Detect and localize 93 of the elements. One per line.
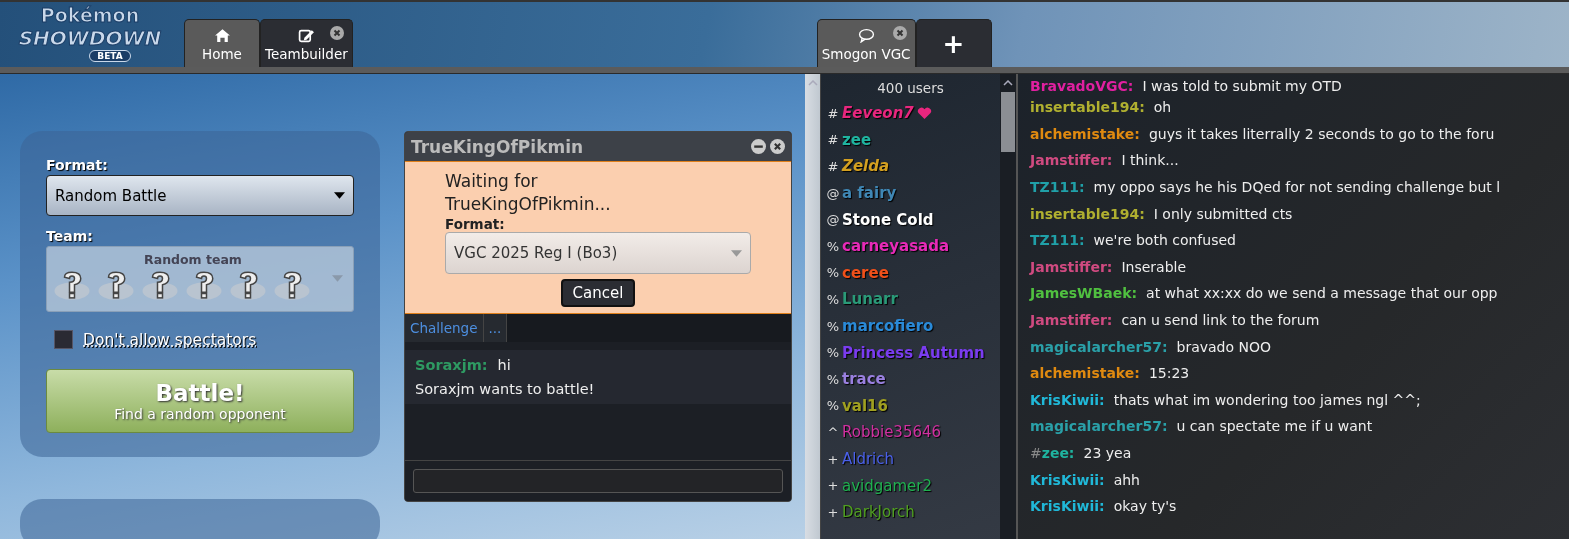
close-icon[interactable]: [329, 26, 344, 40]
cancel-button[interactable]: Cancel: [560, 279, 636, 307]
scrollbar[interactable]: [805, 74, 820, 539]
unknown-pokemon-icon: [97, 271, 135, 301]
user-count: 400 users: [876, 80, 945, 96]
message-text: guys it takes literrally 2 seconds to go to the foru: [1148, 125, 1495, 142]
message-text: can u send link to the forum: [1121, 312, 1320, 329]
format-dropdown[interactable]: Random Battle: [46, 175, 354, 216]
user-item[interactable]: % carneyasada: [821, 232, 1000, 260]
message-text: oh: [1153, 99, 1172, 116]
window-tab[interactable]: Challenge: [405, 314, 484, 342]
username[interactable]: Jamstiffer:: [1030, 312, 1113, 329]
close-icon[interactable]: [770, 139, 785, 154]
username[interactable]: Jamstiffer:: [1030, 152, 1113, 169]
message-text: we're both confused: [1093, 232, 1236, 249]
window-tab[interactable]: ...: [483, 314, 508, 342]
user-item[interactable]: ^ Robbie35646: [821, 419, 1000, 446]
home-icon: [213, 28, 231, 43]
scrollbar[interactable]: [1000, 74, 1016, 539]
username[interactable]: insertable194:: [1030, 205, 1145, 222]
speech-bubble-icon: [857, 28, 875, 43]
caret-icon: [332, 275, 343, 282]
user-item[interactable]: % marcofiero: [821, 312, 1000, 340]
minimize-icon[interactable]: [751, 139, 766, 154]
username[interactable]: magicalarcher57:: [1030, 338, 1168, 355]
edit-icon: [297, 28, 315, 43]
format-label: Format:: [46, 157, 109, 173]
username[interactable]: JamesWBaek:: [1030, 285, 1138, 302]
unknown-pokemon-icon: [141, 271, 179, 301]
user-item[interactable]: # Zelda: [821, 153, 1000, 180]
username[interactable]: insertable194:: [1030, 99, 1145, 116]
room-tab[interactable]: Smogon VGC: [816, 19, 916, 67]
message-text: 15:23: [1148, 365, 1190, 382]
message-text: okay ty's: [1113, 498, 1177, 515]
username[interactable]: KrisKiwii:: [1030, 471, 1105, 488]
message-text: thats what im wondering too james ngl ^^;: [1113, 391, 1421, 408]
notice-text: Soraxjm wants to battle!: [415, 381, 595, 397]
message-text: I think...: [1121, 152, 1179, 169]
username[interactable]: Soraxjm:: [415, 357, 488, 373]
user-item[interactable]: + DarkJorch: [821, 498, 1000, 526]
username[interactable]: #zee:: [1030, 445, 1075, 461]
message-text: ahh: [1113, 471, 1140, 488]
caret-icon: [731, 249, 742, 257]
checkbox-label[interactable]: Don't allow spectators: [83, 330, 257, 349]
unknown-pokemon-icon: [229, 271, 267, 301]
username[interactable]: TZ111:: [1030, 179, 1085, 196]
user-item[interactable]: @ Stone Cold: [821, 206, 1000, 233]
team-label: Team:: [46, 228, 94, 244]
checkbox[interactable]: [54, 330, 73, 349]
new-tab-button[interactable]: +: [915, 19, 992, 67]
user-item[interactable]: + Aldrich: [821, 445, 1000, 473]
unknown-pokemon-icon: [273, 271, 311, 301]
scroll-up-icon[interactable]: [1003, 80, 1013, 86]
user-item[interactable]: % trace: [821, 365, 1000, 393]
message-text: bravado NOO: [1176, 338, 1271, 355]
message-text: I only submitted cts: [1153, 205, 1293, 222]
scrollbar-thumb[interactable]: [1001, 92, 1015, 152]
username[interactable]: magicalarcher57:: [1030, 418, 1168, 435]
user-item[interactable]: % ceree: [821, 259, 1000, 287]
team-selector[interactable]: Random team: [46, 246, 354, 312]
user-item[interactable]: % Lunarr: [821, 286, 1000, 313]
username[interactable]: alchemistake:: [1030, 125, 1140, 142]
username[interactable]: KrisKiwii:: [1030, 391, 1105, 408]
username[interactable]: BravadoVGC:: [1030, 78, 1134, 94]
user-item[interactable]: # zee: [821, 126, 1000, 154]
format-dropdown[interactable]: VGC 2025 Reg I (Bo3): [445, 232, 751, 274]
unknown-pokemon-icon: [185, 271, 223, 301]
caret-icon: [334, 192, 345, 199]
waiting-message: Waiting for TrueKingOfPikmin...: [445, 170, 612, 216]
message-text: my oppo says he his DQed for not sending challenge but l: [1093, 179, 1501, 196]
unknown-pokemon-icon: [53, 271, 91, 301]
message-input[interactable]: [413, 469, 783, 493]
username[interactable]: Jamstiffer:: [1030, 258, 1113, 275]
format-label: Format:: [445, 216, 506, 232]
window-title: TrueKingOfPikmin: [411, 136, 585, 157]
username[interactable]: KrisKiwii:: [1030, 498, 1105, 515]
user-item[interactable]: % val16: [821, 392, 1000, 420]
message-text: at what xx:xx do we send a message that our opp: [1146, 285, 1498, 302]
close-icon[interactable]: [892, 26, 907, 40]
username[interactable]: TZ111:: [1030, 232, 1085, 249]
message-text: hi: [497, 357, 511, 373]
user-item[interactable]: % Princess Autumn: [821, 339, 1000, 366]
message-text: u can spectate me if u want: [1176, 418, 1373, 435]
user-item[interactable]: + avidgamer2: [821, 472, 1000, 499]
username[interactable]: alchemistake:: [1030, 365, 1140, 382]
nav-tab[interactable]: Teambuilder: [260, 19, 353, 67]
message-text: Inserable: [1121, 258, 1187, 275]
user-item[interactable]: # Eeveon7: [821, 100, 1000, 127]
user-item[interactable]: @ a fairy: [821, 179, 1000, 207]
message-text: I was told to submit my OTD: [1142, 78, 1342, 94]
message-text: 23 yea: [1083, 445, 1132, 461]
nav-tab[interactable]: Home: [184, 19, 260, 67]
logo[interactable]: Pokémon SHOWDOWN BETA: [0, 3, 180, 66]
